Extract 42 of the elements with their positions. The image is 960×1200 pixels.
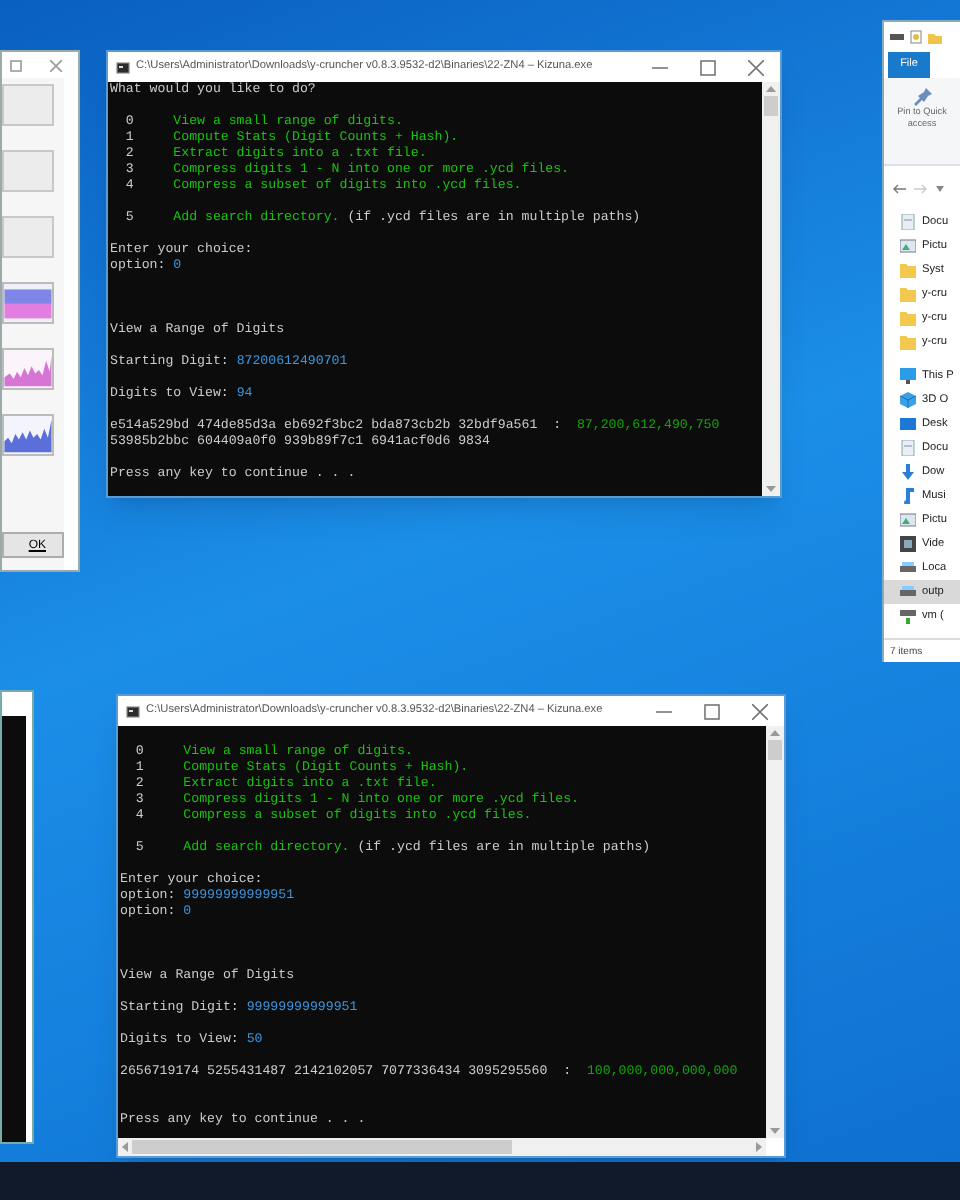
picture-icon — [900, 512, 916, 528]
back-arrow-icon[interactable] — [892, 183, 906, 193]
music-note-icon — [900, 488, 916, 504]
scroll-down-icon[interactable] — [766, 486, 776, 492]
maximize-icon[interactable] — [10, 59, 22, 71]
blank-button[interactable] — [2, 84, 54, 126]
drive-icon — [890, 32, 904, 42]
cube-icon — [900, 392, 916, 408]
scroll-right-icon[interactable] — [756, 1142, 762, 1152]
properties-icon[interactable] — [910, 30, 922, 44]
scroll-down-icon[interactable] — [770, 1128, 780, 1134]
close-icon[interactable] — [748, 59, 764, 75]
picture-icon — [900, 238, 916, 254]
forward-arrow-icon[interactable] — [914, 183, 928, 193]
vertical-scrollbar[interactable] — [762, 82, 780, 496]
scroll-thumb[interactable] — [768, 740, 782, 760]
film-icon — [900, 536, 916, 552]
scroll-thumb[interactable] — [132, 1140, 512, 1154]
scroll-up-icon[interactable] — [770, 730, 780, 736]
maximize-icon[interactable] — [704, 703, 720, 719]
close-icon[interactable] — [50, 59, 62, 71]
folder-icon[interactable] — [928, 31, 942, 43]
console-app-icon — [126, 705, 140, 717]
performance-graph — [2, 348, 54, 390]
console-app-icon — [116, 61, 130, 73]
scroll-thumb[interactable] — [764, 96, 778, 116]
scroll-up-icon[interactable] — [766, 86, 776, 92]
blank-button[interactable] — [2, 150, 54, 192]
network-drive-icon — [900, 608, 916, 624]
computer-icon — [900, 368, 916, 384]
pin-icon[interactable] — [913, 88, 931, 106]
desktop-icon — [900, 416, 916, 432]
scroll-left-icon[interactable] — [122, 1142, 128, 1152]
download-icon — [900, 464, 916, 480]
maximize-icon[interactable] — [700, 59, 716, 75]
document-icon — [900, 214, 916, 230]
vertical-scrollbar[interactable] — [766, 726, 784, 1138]
close-icon[interactable] — [752, 703, 768, 719]
dropdown-caret-icon[interactable] — [936, 185, 944, 191]
blank-button[interactable] — [2, 216, 54, 258]
document-icon — [900, 440, 916, 456]
horizontal-scrollbar[interactable] — [118, 1138, 766, 1156]
